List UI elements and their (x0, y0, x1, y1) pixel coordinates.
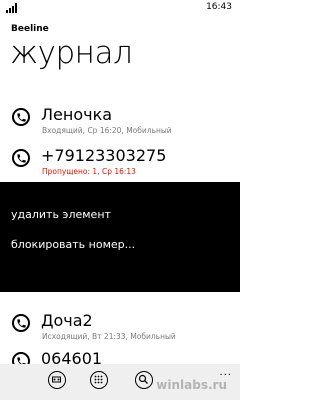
voicemail-icon[interactable] (48, 371, 66, 389)
status-bar: 16:43 (0, 0, 240, 20)
more-options-button[interactable]: ... (219, 367, 232, 378)
menu-item-delete[interactable]: удалить элемент (11, 208, 111, 221)
call-detail: Входящий, Ср 16:20, Мобильный (42, 126, 172, 135)
contact-name: +79123303275 (41, 146, 167, 165)
phone-icon[interactable] (12, 314, 30, 332)
search-icon[interactable] (135, 371, 153, 389)
watermark: winlabs.ru (156, 378, 227, 392)
call-detail: Исходящий, Вт 21:33, Мобильный (42, 332, 176, 341)
page-title: журнал (10, 35, 133, 71)
call-log-item[interactable]: +79123303275 Пропущено: 1, Ср 16:13 (0, 144, 240, 186)
phone-icon[interactable] (12, 108, 30, 126)
call-log-item[interactable]: Леночка Входящий, Ср 16:20, Мобильный (0, 103, 240, 145)
menu-item-block-number[interactable]: блокировать номер... (11, 238, 135, 251)
phone-icon[interactable] (12, 149, 30, 167)
clock: 16:43 (206, 2, 232, 12)
app-name: Beeline (11, 24, 49, 34)
contact-name: Леночка (41, 105, 113, 124)
missed-call-detail: Пропущено: 1, Ср 16:13 (42, 167, 136, 176)
keypad-icon[interactable] (90, 371, 108, 389)
call-log-item[interactable]: Доча2 Исходящий, Вт 21:33, Мобильный (0, 309, 240, 351)
contact-name: Доча2 (41, 311, 93, 330)
signal-strength-icon (6, 3, 20, 13)
context-menu: удалить элемент блокировать номер... (0, 182, 240, 292)
